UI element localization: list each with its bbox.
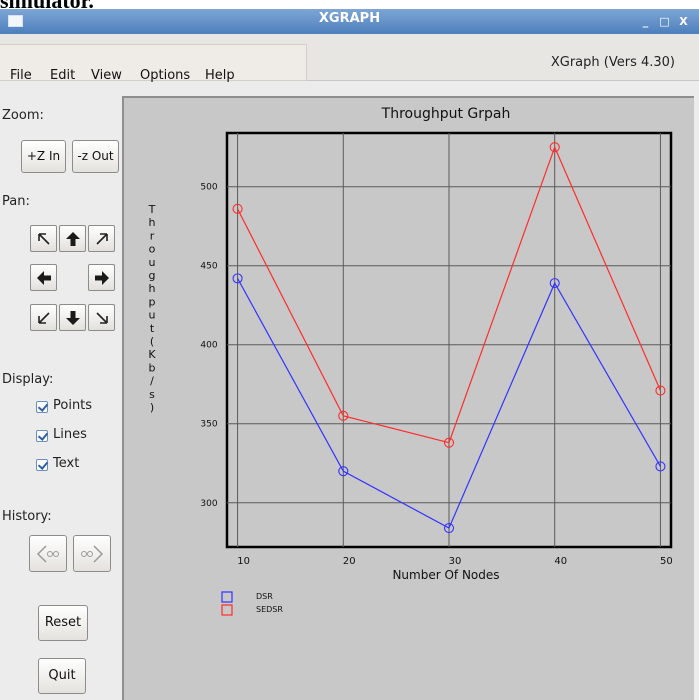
version-label: XGraph (Vers 4.30)	[550, 55, 675, 70]
y-axis-label: Throughput(Kb/s)	[148, 203, 157, 414]
y-label-char: K	[148, 348, 156, 361]
y-tick-label: 350	[200, 420, 217, 430]
history-forward-icon	[81, 544, 104, 563]
grid-x	[237, 133, 661, 547]
chart-title: Throughput Grpah	[381, 106, 511, 122]
x-tick-label: 40	[554, 556, 567, 567]
y-label-char: u	[149, 256, 156, 269]
menu-options[interactable]: Options	[140, 68, 190, 83]
menu-file[interactable]: File	[10, 68, 32, 83]
legend-swatch-sedsr	[221, 604, 233, 616]
history-back-icon	[36, 544, 59, 563]
arrow-up-icon	[65, 231, 80, 246]
pan-left-button[interactable]	[30, 264, 57, 291]
menu-bar: File Edit View Options Help XGraph (Vers…	[0, 34, 699, 83]
y-label-char: h	[149, 216, 156, 229]
lines-checkbox[interactable]	[36, 430, 48, 442]
y-label-char: )	[150, 401, 154, 414]
text-checkbox[interactable]	[36, 459, 48, 471]
lines-label: Lines	[53, 427, 87, 442]
y-label-char: o	[149, 243, 156, 256]
legend-label-sedsr: SEDSR	[256, 605, 283, 614]
menu-help[interactable]: Help	[205, 68, 235, 83]
x-tick-label: 30	[449, 556, 462, 567]
y-label-char: h	[149, 282, 156, 295]
points-checkbox[interactable]	[36, 401, 48, 413]
throughput-chart: Throughput Grpah 10 20 30 40 50 300 350 400 450 5…	[148, 106, 673, 616]
zoom-out-button[interactable]: -z Out	[72, 140, 119, 173]
history-forward-button[interactable]	[73, 535, 111, 572]
menu-edit[interactable]: Edit	[50, 68, 75, 83]
pan-down-left-button[interactable]	[30, 304, 57, 331]
reset-button[interactable]: Reset	[38, 605, 88, 641]
arrow-right-icon	[94, 270, 109, 285]
points-label: Points	[53, 398, 93, 413]
pan-down-right-button[interactable]	[88, 304, 115, 331]
y-label-char: /	[150, 375, 154, 388]
y-label-char: t	[150, 322, 155, 335]
display-label: Display:	[2, 372, 54, 387]
close-button[interactable]: X	[676, 14, 691, 29]
zoom-label: Zoom:	[2, 108, 44, 123]
y-label-char: u	[149, 309, 156, 322]
y-label-char: b	[149, 361, 156, 374]
arrow-up-right-icon	[95, 232, 108, 245]
x-tick-label: 50	[660, 556, 673, 567]
y-label-char: r	[150, 229, 155, 242]
y-tick-label: 500	[200, 183, 217, 193]
minimize-button[interactable]: _	[638, 14, 653, 29]
pan-right-button[interactable]	[88, 264, 115, 291]
arrow-down-left-icon	[37, 311, 50, 324]
title-bar[interactable]: XGRAPH _ □ X	[0, 9, 699, 34]
history-label: History:	[2, 509, 52, 524]
legend: DSR SEDSR	[221, 591, 283, 616]
history-back-button[interactable]	[29, 535, 67, 572]
y-tick-label: 300	[200, 499, 217, 509]
y-label-char: s	[149, 388, 155, 401]
x-axis-label: Number Of Nodes	[392, 568, 499, 582]
menu-view[interactable]: View	[91, 68, 122, 83]
pan-down-button[interactable]	[59, 304, 86, 331]
y-label-char: T	[148, 203, 156, 216]
text-label: Text	[53, 456, 80, 471]
pan-up-right-button[interactable]	[88, 225, 115, 252]
legend-label-dsr: DSR	[256, 592, 273, 601]
window-title: XGRAPH	[318, 11, 381, 26]
y-tick-label: 400	[200, 341, 217, 351]
legend-swatch-dsr	[221, 591, 233, 603]
zoom-in-button[interactable]: +Z In	[21, 140, 66, 173]
x-tick-label: 10	[237, 556, 250, 567]
y-label-char: (	[150, 335, 154, 348]
y-label-char: p	[149, 295, 156, 308]
x-tick-label: 20	[343, 556, 356, 567]
pan-up-button[interactable]	[59, 225, 86, 252]
plot-area[interactable]: Throughput Grpah 10 20 30 40 50 300 350 400 450 5…	[122, 96, 694, 700]
arrow-left-icon	[36, 270, 51, 285]
arrow-down-icon	[65, 310, 80, 325]
y-label-char: g	[149, 269, 156, 282]
maximize-button[interactable]: □	[657, 14, 672, 29]
arrow-down-right-icon	[95, 311, 108, 324]
y-tick-label: 450	[200, 262, 217, 272]
arrow-up-left-icon	[37, 232, 50, 245]
quit-button[interactable]: Quit	[38, 658, 86, 694]
pan-up-left-button[interactable]	[30, 225, 57, 252]
pan-label: Pan:	[2, 194, 30, 209]
tick-labels: 10 20 30 40 50 300 350 400 450 500	[200, 183, 672, 567]
xgraph-window: XGRAPH _ □ X File Edit View Options Help…	[0, 9, 699, 700]
